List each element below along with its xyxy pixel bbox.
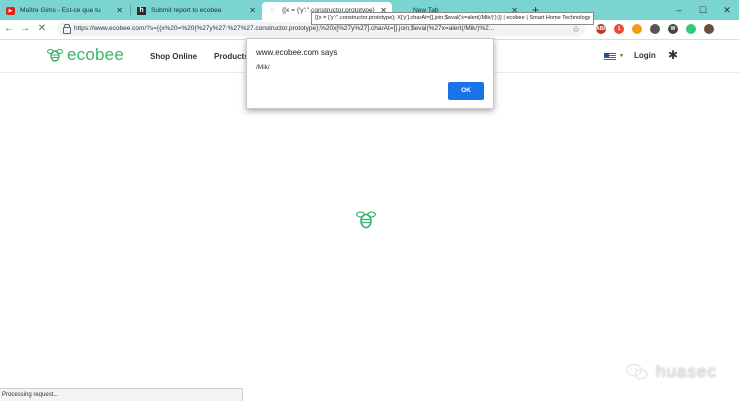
lock-icon (63, 24, 71, 34)
h-icon: h (137, 7, 146, 15)
status-bar: Processing request... (0, 388, 243, 401)
ok-button[interactable]: OK (448, 82, 484, 100)
close-tab-icon[interactable]: ✕ (249, 2, 256, 20)
minimize-button[interactable]: – (667, 0, 691, 20)
nav-shop-online[interactable]: Shop Online (150, 52, 197, 61)
shield-icon[interactable] (632, 24, 642, 34)
badge-icon[interactable]: 1 (614, 24, 624, 34)
back-button[interactable]: ← (2, 21, 16, 37)
dialog-title: www.ecobee.com says (256, 48, 338, 57)
tab-label: Maître Gims - Est-ce que tu (20, 7, 101, 14)
tab-tooltip: {{x = {'y':''.constructor.prototype}; X[… (311, 12, 595, 25)
bee-icon (47, 49, 63, 62)
loading-icon: ◌ (270, 7, 275, 14)
nav-products[interactable]: Products (214, 52, 249, 61)
dialog-message: /Mik/ (256, 64, 270, 71)
refresh-ext-icon[interactable] (686, 24, 696, 34)
logo-text: ecobee (67, 45, 124, 64)
wordpress-icon[interactable]: W (668, 24, 678, 34)
forward-button[interactable]: → (18, 21, 32, 37)
close-window-button[interactable]: ✕ (715, 0, 739, 20)
profile-icon[interactable] (704, 24, 714, 34)
chevron-down-icon[interactable]: ▼ (619, 52, 624, 60)
tab-youtube[interactable]: ▶ Maître Gims - Est-ce que tu ✕ (0, 2, 128, 20)
abp-icon[interactable]: ABP (596, 24, 607, 34)
forward-arrow-icon: → (20, 23, 30, 34)
tab-submit-report[interactable]: h Submit report to ecobee ✕ (131, 2, 261, 20)
circle-icon[interactable] (650, 24, 660, 34)
wechat-icon (626, 363, 648, 380)
stop-button[interactable]: ✕ (35, 21, 49, 37)
close-tab-icon[interactable]: ✕ (116, 2, 123, 20)
watermark-text: huasec (656, 362, 717, 381)
us-flag-icon[interactable] (604, 53, 616, 60)
back-arrow-icon: ← (4, 23, 14, 34)
maximize-button[interactable]: ☐ (691, 0, 715, 20)
youtube-icon: ▶ (6, 7, 15, 15)
stop-icon: ✕ (37, 23, 47, 34)
tab-label: Submit report to ecobee (151, 7, 222, 14)
loading-bee-icon (356, 211, 376, 229)
login-link[interactable]: Login (634, 51, 656, 60)
alert-dialog: www.ecobee.com says /Mik/ OK (246, 38, 494, 109)
menu-icon[interactable]: ✱ (668, 48, 678, 62)
